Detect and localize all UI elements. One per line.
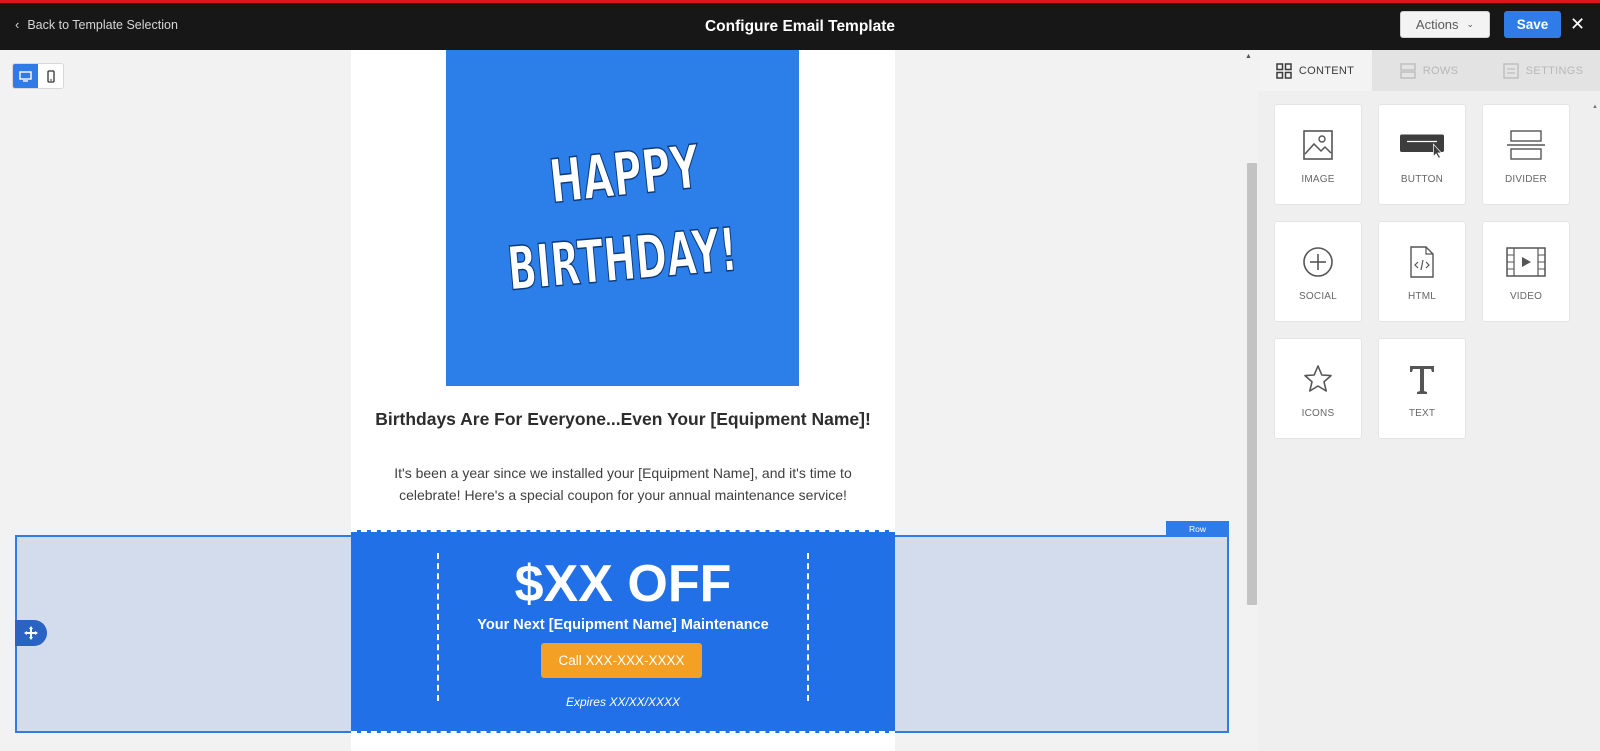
tile-label: ICONS: [1301, 408, 1335, 419]
svg-text:HAPPY: HAPPY: [546, 132, 704, 217]
desktop-icon: [19, 70, 32, 82]
tab-settings[interactable]: SETTINGS: [1486, 50, 1600, 91]
grid-icon: [1276, 62, 1292, 79]
top-bar: ‹ Back to Template Selection Configure E…: [0, 0, 1600, 50]
tab-rows[interactable]: ROWS: [1372, 50, 1486, 91]
tile-label: DIVIDER: [1505, 174, 1547, 185]
coupon-subline: Your Next [Equipment Name] Maintenance: [477, 617, 769, 633]
happy-birthday-lettering: HAPPY BIRTHDAY!: [504, 131, 741, 305]
row-label-tag: Row: [1166, 521, 1229, 536]
save-button[interactable]: Save: [1504, 11, 1561, 38]
text-icon: [1410, 366, 1434, 394]
email-canvas: HAPPY BIRTHDAY! Birthdays Are For Everyo…: [0, 50, 1258, 751]
tile-text[interactable]: TEXT: [1378, 338, 1466, 439]
tile-label: VIDEO: [1509, 291, 1543, 302]
call-button[interactable]: Call XXX-XXX-XXXX: [541, 643, 702, 678]
email-headline[interactable]: Birthdays Are For Everyone...Even Your […: [371, 408, 875, 430]
tile-button[interactable]: BUTTON: [1378, 104, 1466, 205]
move-handle-icon[interactable]: [15, 620, 47, 646]
html-icon: [1410, 246, 1434, 278]
coupon-discount: $XX OFF: [514, 555, 732, 613]
tab-rows-label: ROWS: [1422, 64, 1459, 77]
tile-label: IMAGE: [1301, 174, 1335, 185]
tile-image[interactable]: IMAGE: [1274, 104, 1362, 205]
page-title: Configure Email Template: [704, 18, 896, 35]
mobile-view-button[interactable]: [38, 64, 63, 88]
chevron-down-icon: ⌄: [1466, 19, 1475, 29]
tab-content-label: CONTENT: [1298, 64, 1355, 77]
tile-label: HTML: [1407, 291, 1437, 302]
tile-label: SOCIAL: [1299, 291, 1337, 302]
tab-settings-label: SETTINGS: [1525, 64, 1584, 77]
svg-text:BIRTHDAY!: BIRTHDAY!: [505, 215, 740, 305]
star-icon: [1304, 365, 1332, 392]
tile-social[interactable]: SOCIAL: [1274, 221, 1362, 322]
divider-icon: [1507, 130, 1545, 160]
tab-content[interactable]: CONTENT: [1258, 50, 1372, 91]
tile-video[interactable]: VIDEO: [1482, 221, 1570, 322]
desktop-view-button[interactable]: [13, 64, 38, 88]
close-icon[interactable]: ✕: [1570, 15, 1585, 33]
image-icon: [1303, 130, 1333, 160]
button-icon: [1400, 134, 1444, 159]
canvas-scroll-thumb[interactable]: [1247, 163, 1257, 605]
actions-dropdown[interactable]: Actions ⌄: [1400, 11, 1490, 38]
coupon-expiry: Expires XX/XX/XXXX: [565, 695, 681, 709]
tile-html[interactable]: HTML: [1378, 221, 1466, 322]
actions-label: Actions: [1415, 17, 1459, 32]
chevron-left-icon: ‹: [15, 17, 20, 32]
email-body-text[interactable]: It's been a year since we installed your…: [371, 462, 875, 506]
editor-side-panel: CONTENT ROWS SETTINGS IMAGE BUTTON DIVID…: [1258, 50, 1600, 751]
video-icon: [1506, 247, 1546, 277]
coupon-block[interactable]: $XX OFF Your Next [Equipment Name] Maint…: [351, 530, 895, 733]
back-link-label: Back to Template Selection: [27, 17, 178, 32]
back-to-template-selection-link[interactable]: ‹ Back to Template Selection: [15, 17, 178, 32]
mobile-icon: [46, 69, 55, 83]
panel-tabs: CONTENT ROWS SETTINGS: [1258, 50, 1600, 91]
hero-image[interactable]: HAPPY BIRTHDAY!: [446, 50, 799, 386]
view-toggle: [12, 63, 64, 89]
social-icon: [1303, 247, 1333, 277]
tile-icons[interactable]: ICONS: [1274, 338, 1362, 439]
tile-label: TEXT: [1408, 408, 1436, 419]
scroll-up-icon[interactable]: ▲: [1245, 53, 1252, 60]
tile-divider[interactable]: DIVIDER: [1482, 104, 1570, 205]
panel-scroll-up-icon[interactable]: ▲: [1592, 104, 1598, 110]
tile-label: BUTTON: [1400, 174, 1444, 185]
rows-icon: [1400, 62, 1416, 79]
settings-icon: [1503, 62, 1519, 79]
